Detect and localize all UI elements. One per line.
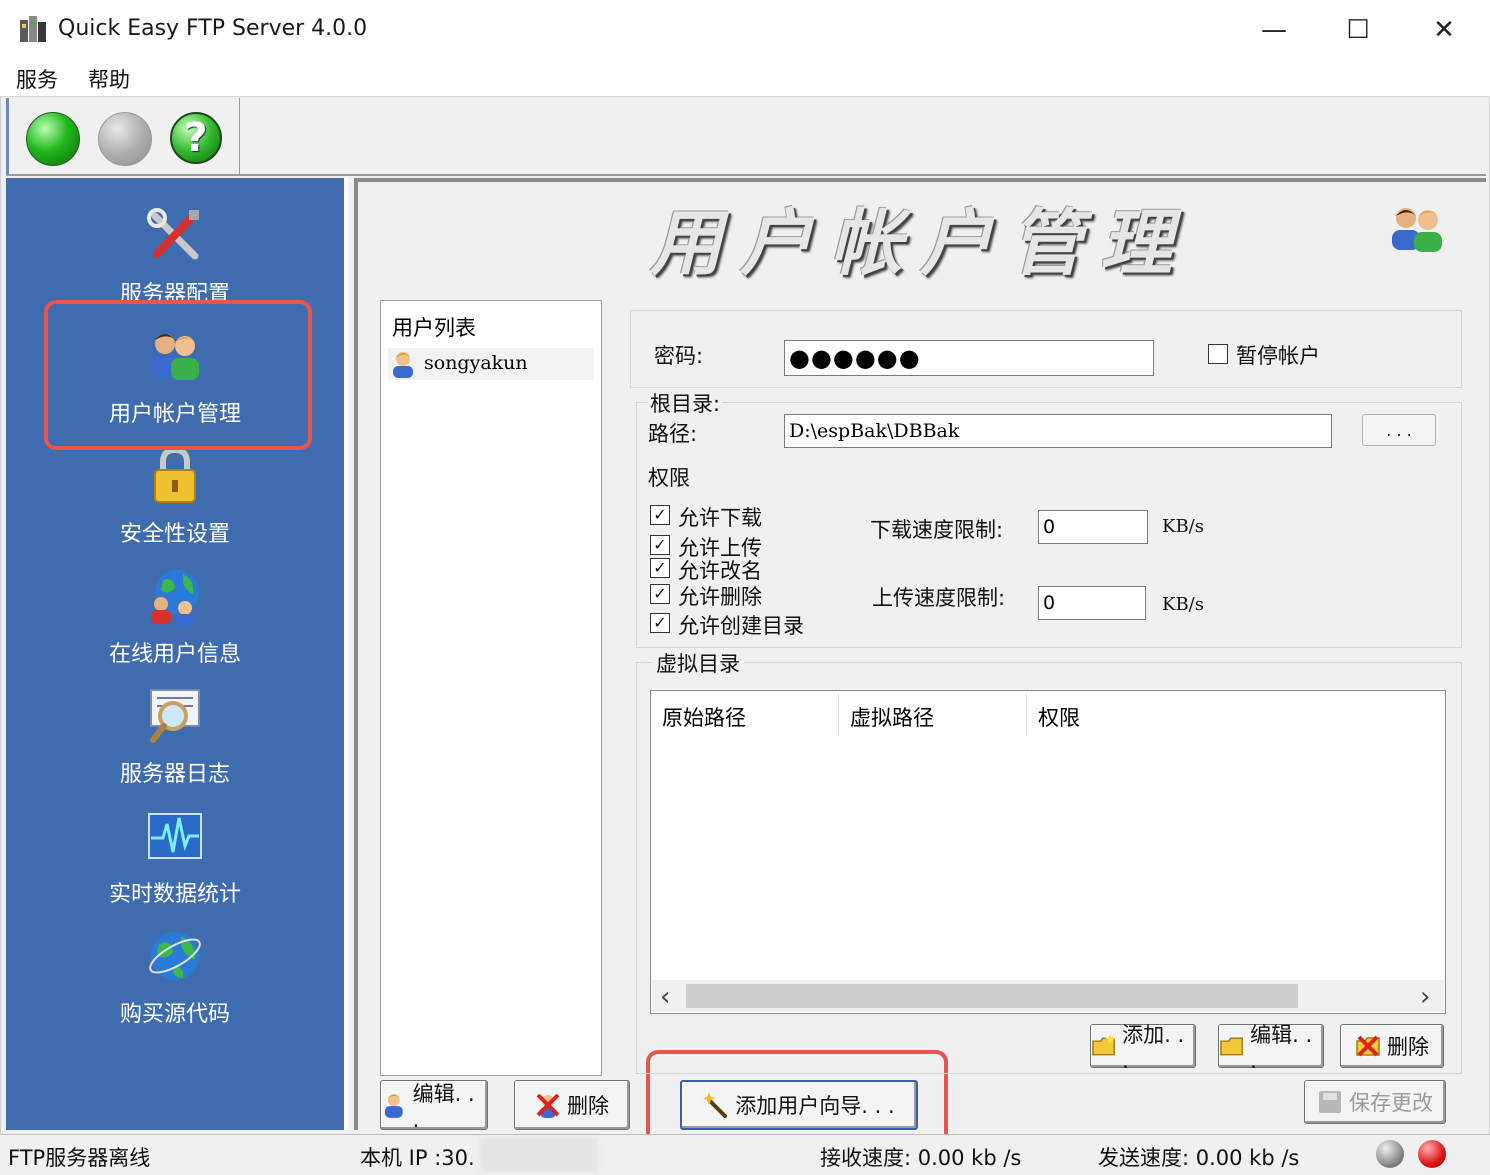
browse-button[interactable]: . . . xyxy=(1362,414,1436,446)
scroll-left-icon[interactable]: ‹ xyxy=(660,982,670,1012)
pulse-icon xyxy=(148,813,202,859)
sidebar-item-online-users[interactable]: 在线用户信息 xyxy=(6,566,344,682)
menu-service[interactable]: 服务 xyxy=(16,64,58,94)
annotation-highlight xyxy=(44,300,312,450)
column-header-source-path[interactable]: 原始路径 xyxy=(662,702,746,732)
download-unit: KB/s xyxy=(1162,516,1204,537)
folder-edit-icon xyxy=(1220,1037,1243,1056)
page-title: 用户帐户管理 xyxy=(650,200,1191,285)
status-red-light-icon xyxy=(1418,1140,1446,1168)
folder-delete-icon xyxy=(1356,1035,1380,1057)
upload-limit-field[interactable]: 0 xyxy=(1038,586,1146,620)
users-icon xyxy=(1392,208,1442,252)
button-label: 添加. . . xyxy=(1122,1023,1185,1073)
close-button[interactable]: ✕ xyxy=(1416,10,1472,50)
allow-rename-checkbox[interactable]: ✓ xyxy=(650,558,670,578)
allow-delete-checkbox[interactable]: ✓ xyxy=(650,584,670,604)
send-speed-text: 发送速度: 0.00 kb /s xyxy=(1098,1146,1300,1170)
scrollbar-thumb[interactable] xyxy=(686,984,1298,1008)
upload-limit-label: 上传速度限制: xyxy=(872,586,1006,610)
user-name[interactable]: songyakun xyxy=(424,352,528,374)
globe-users-icon xyxy=(151,570,199,626)
column-header-permissions[interactable]: 权限 xyxy=(1038,702,1080,732)
sidebar-item-label: 安全性设置 xyxy=(119,522,230,547)
allow-mkdir-checkbox[interactable]: ✓ xyxy=(650,613,670,633)
local-ip-text: 本机 IP :30. xyxy=(360,1146,475,1170)
allow-delete-label: 允许删除 xyxy=(678,585,762,609)
allow-mkdir-label: 允许创建目录 xyxy=(678,614,804,638)
sidebar-item-realtime-stats[interactable]: 实时数据统计 xyxy=(6,806,344,922)
user-edit-icon xyxy=(384,1094,403,1118)
delete-user-icon xyxy=(536,1093,560,1118)
delete-user-button[interactable]: 删除 xyxy=(514,1080,630,1130)
add-virtual-dir-button[interactable]: 添加. . . xyxy=(1090,1023,1196,1073)
redacted-ip xyxy=(480,1138,598,1172)
suspend-account-label: 暂停帐户 xyxy=(1236,344,1320,368)
folder-add-icon xyxy=(1092,1033,1117,1056)
save-changes-button[interactable]: 保存更改 xyxy=(1304,1080,1446,1124)
user-icon xyxy=(393,352,413,378)
minimize-button[interactable]: — xyxy=(1246,10,1302,50)
column-header-virtual-path[interactable]: 虚拟路径 xyxy=(850,702,934,732)
help-icon[interactable]: ? xyxy=(170,112,222,164)
upload-unit: KB/s xyxy=(1162,594,1204,615)
virtual-dir-list[interactable] xyxy=(650,690,1446,1014)
button-label: 编辑. . . xyxy=(412,1082,475,1132)
suspend-account-checkbox[interactable] xyxy=(1208,344,1228,364)
download-limit-field[interactable]: 0 xyxy=(1038,510,1148,544)
menu-help[interactable]: 帮助 xyxy=(88,64,130,94)
recv-speed-text: 接收速度: 0.00 kb /s xyxy=(820,1146,1022,1170)
sidebar-item-label: 实时数据统计 xyxy=(108,882,241,907)
maximize-button[interactable]: ☐ xyxy=(1330,10,1386,50)
window-title: Quick Easy FTP Server 4.0.0 xyxy=(58,16,368,41)
save-icon xyxy=(1319,1091,1341,1113)
virtual-dir-label: 虚拟目录 xyxy=(652,648,744,678)
start-server-icon[interactable] xyxy=(26,112,80,166)
allow-upload-checkbox[interactable]: ✓ xyxy=(650,535,670,555)
allow-download-checkbox[interactable]: ✓ xyxy=(650,505,670,525)
sidebar-item-label: 在线用户信息 xyxy=(108,642,241,667)
button-label: 删除 xyxy=(567,1094,609,1118)
root-path-field[interactable]: D:\espBak\DBBak xyxy=(784,414,1332,448)
path-label: 路径: xyxy=(648,422,698,446)
menu-bar xyxy=(0,60,1490,97)
server-status-text: FTP服务器离线 xyxy=(8,1146,151,1170)
password-field[interactable]: ●●●●●● xyxy=(784,340,1154,376)
sidebar-item-label: 服务器日志 xyxy=(119,762,230,787)
stop-server-icon[interactable] xyxy=(98,112,152,166)
download-limit-label: 下载速度限制: xyxy=(870,518,1004,542)
log-magnifier-icon xyxy=(150,689,200,743)
sidebar-item-label: 购买源代码 xyxy=(119,1002,230,1027)
user-list-header: 用户列表 xyxy=(392,316,476,340)
sidebar-item-server-log[interactable]: 服务器日志 xyxy=(6,686,344,802)
globe-icon xyxy=(149,932,201,980)
button-label: 保存更改 xyxy=(1349,1091,1433,1115)
toolbar-divider xyxy=(6,174,1486,176)
scroll-right-icon[interactable]: › xyxy=(1420,982,1430,1012)
column-divider xyxy=(1026,694,1027,736)
allow-download-label: 允许下载 xyxy=(678,506,762,530)
tools-icon xyxy=(147,208,199,260)
edit-user-button[interactable]: 编辑. . . xyxy=(380,1080,488,1132)
user-list[interactable] xyxy=(380,300,602,1076)
sidebar-item-security[interactable]: 安全性设置 xyxy=(6,446,344,562)
column-divider xyxy=(838,694,839,736)
status-gray-light-icon xyxy=(1376,1140,1404,1168)
edit-virtual-dir-button[interactable]: 编辑. . . xyxy=(1218,1023,1324,1073)
sidebar-item-buy-source[interactable]: 购买源代码 xyxy=(6,926,344,1042)
app-logo-icon xyxy=(20,16,46,42)
root-dir-label: 根目录: xyxy=(648,388,723,418)
password-label: 密码: xyxy=(654,344,704,368)
permissions-label: 权限 xyxy=(648,466,690,490)
delete-virtual-dir-button[interactable]: 删除 xyxy=(1340,1024,1444,1068)
button-label: 删除 xyxy=(1387,1035,1429,1059)
lock-icon xyxy=(154,446,196,503)
button-label: 编辑. . . xyxy=(1250,1023,1313,1073)
